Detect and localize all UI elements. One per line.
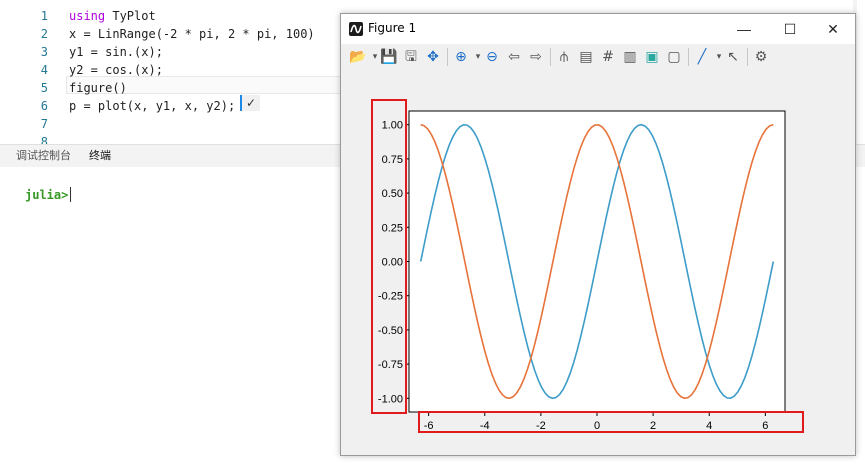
line-number: 5	[40, 81, 48, 95]
code-token: x = LinRange(-2 * pi, 2 * pi, 100)	[69, 27, 315, 41]
back-arrow-icon[interactable]: ⇦	[505, 48, 523, 66]
code-line[interactable]: 4 y2 = cos.(x);	[0, 61, 340, 79]
close-button[interactable]: ✕	[811, 14, 855, 44]
fill-color-icon[interactable]: ▣	[643, 48, 661, 66]
code-text: using TyPlot	[69, 7, 156, 25]
code-text: p = plot(x, y1, x, y2);	[69, 97, 235, 115]
toolbar-separator	[550, 48, 551, 66]
y-axis-highlight-box	[371, 99, 407, 414]
code-text: y2 = cos.(x);	[69, 61, 163, 79]
code-token: y2 = cos.(x);	[69, 63, 163, 77]
legend-icon[interactable]: ▤	[577, 48, 595, 66]
toolbar-separator	[747, 48, 748, 66]
line-number: 7	[40, 117, 48, 131]
minimize-button[interactable]: —	[722, 14, 766, 44]
julia-prompt: julia>	[25, 188, 69, 202]
code-line[interactable]: 2 x = LinRange(-2 * pi, 2 * pi, 100)	[0, 25, 340, 43]
forward-arrow-icon[interactable]: ⇨	[527, 48, 545, 66]
line-number: 6	[40, 99, 48, 113]
folder-open-icon[interactable]: 📂	[349, 48, 367, 66]
colorbar-icon[interactable]: ▥	[621, 48, 639, 66]
figure-titlebar[interactable]: Figure 1 — ☐ ✕	[341, 14, 855, 44]
line-number: 4	[40, 63, 48, 77]
code-token: using	[69, 9, 106, 23]
toolbar-separator	[688, 48, 689, 66]
figure-title: Figure 1	[368, 21, 417, 35]
plot-canvas[interactable]: 1.00 0.75 0.50 0.25 0.00 -0.25 -0.50 -0.75 -1.00…	[341, 71, 855, 455]
code-token: figure()	[69, 81, 127, 95]
line-number: 1	[40, 9, 48, 23]
terminal-cursor	[70, 187, 71, 202]
grid-icon[interactable]: #	[599, 48, 617, 66]
code-line[interactable]: 5 figure()	[0, 79, 340, 97]
pan-icon[interactable]: ✥	[424, 48, 442, 66]
code-text: x = LinRange(-2 * pi, 2 * pi, 100)	[69, 25, 315, 43]
save-icon[interactable]: 💾	[380, 48, 398, 66]
code-line[interactable]: 1 using TyPlot	[0, 7, 340, 25]
frame-icon[interactable]: ▢	[665, 48, 683, 66]
code-token: y1 = sin.(x);	[69, 45, 163, 59]
toolbar-separator	[447, 48, 448, 66]
plot-svg: 1.000.750.500.250.00-0.25-0.50-0.75-1.00…	[378, 110, 786, 432]
dropdown-arrow-icon[interactable]: ▾	[715, 48, 723, 66]
code-line[interactable]: 6 p = plot(x, y1, x, y2);	[0, 97, 340, 115]
code-line[interactable]: 7	[0, 115, 340, 133]
inline-result-check-icon[interactable]: ✓	[240, 95, 261, 111]
zoom-in-icon[interactable]: ⊕	[452, 48, 470, 66]
settings-gear-icon[interactable]: ⚙	[752, 48, 770, 66]
line-number: 3	[40, 45, 48, 59]
code-token: TyPlot	[105, 9, 156, 23]
line-number: 2	[40, 27, 48, 41]
code-token: p = plot(x, y1, x, y2);	[69, 99, 236, 113]
code-line[interactable]: 3 y1 = sin.(x);	[0, 43, 340, 61]
save-all-icon[interactable]: 🖫	[402, 48, 420, 66]
x-axis-highlight-box	[418, 411, 804, 433]
app-logo-icon	[349, 22, 363, 36]
zoom-out-icon[interactable]: ⊖	[483, 48, 501, 66]
tab-debug-console[interactable]: 调试控制台	[10, 145, 77, 167]
figure-window: Figure 1 — ☐ ✕ 📂 ▾ 💾 🖫 ✥ ⊕ ▾ ⊖ ⇦ ⇨ ⫛ ▤ # ▥ ▣ ▢ ╱ ▾ ↖ ⚙ 1.00…	[340, 13, 856, 456]
figure-toolbar: 📂 ▾ 💾 🖫 ✥ ⊕ ▾ ⊖ ⇦ ⇨ ⫛ ▤ # ▥ ▣ ▢ ╱ ▾ ↖ ⚙	[341, 44, 855, 70]
dropdown-arrow-icon[interactable]: ▾	[474, 48, 482, 66]
code-text: y1 = sin.(x);	[69, 43, 163, 61]
select-pointer-icon[interactable]: ↖	[724, 48, 742, 66]
code-text: figure()	[69, 79, 127, 97]
maximize-button[interactable]: ☐	[768, 14, 812, 44]
tab-terminal[interactable]: 终端	[83, 145, 117, 169]
line-style-icon[interactable]: ╱	[693, 48, 711, 66]
data-cursor-icon[interactable]: ⫛	[555, 48, 573, 66]
dropdown-arrow-icon[interactable]: ▾	[371, 48, 379, 66]
